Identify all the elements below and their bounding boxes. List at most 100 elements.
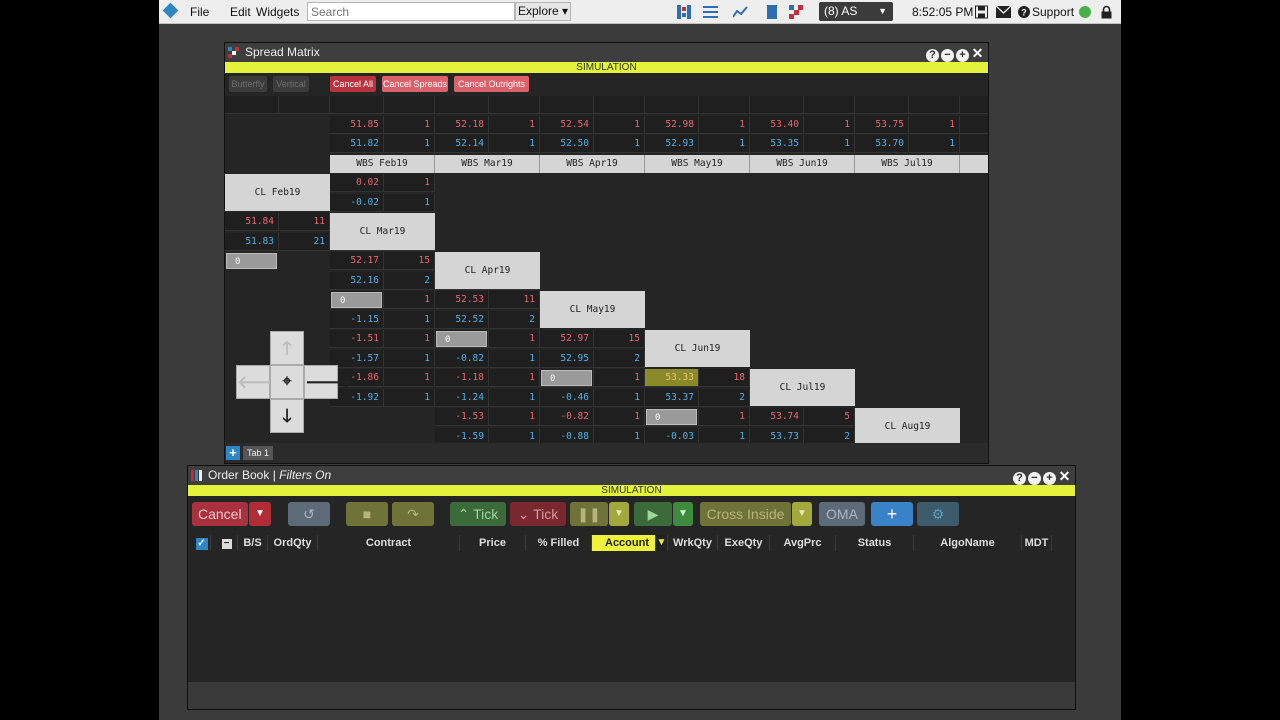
outright-ask-price[interactable]: 53.37: [645, 388, 699, 407]
spread-ask-qty[interactable]: 1: [699, 427, 750, 443]
spread-bid-price[interactable]: 52.54: [540, 115, 594, 134]
spread-ask-qty[interactable]: 1: [384, 388, 435, 407]
outright-position[interactable]: 0: [436, 331, 487, 347]
outright-bid-qty[interactable]: 11: [279, 213, 330, 231]
mail-icon[interactable]: [996, 5, 1011, 19]
spread-ask-qty[interactable]: 1: [699, 135, 750, 153]
outright-label[interactable]: CL May19: [540, 291, 645, 328]
spread-ask-price[interactable]: -1.59: [435, 427, 489, 443]
spread-bid-price[interactable]: -1.53: [435, 408, 489, 426]
spread-matrix-titlebar[interactable]: Spread Matrix ? − + ✕: [225, 43, 988, 62]
spread-matrix-icon[interactable]: [789, 5, 804, 19]
help-icon[interactable]: ?: [1013, 472, 1026, 485]
help-icon[interactable]: ?: [1018, 5, 1030, 19]
spread-bid-qty[interactable]: 1: [909, 115, 960, 134]
outright-ask-price[interactable]: 51.83: [225, 232, 279, 251]
outright-bid-qty[interactable]: 15: [384, 252, 435, 270]
tick-up-button[interactable]: ⌃ Tick: [450, 502, 506, 526]
spread-ask-price[interactable]: 51.82: [330, 135, 384, 153]
outright-bid-qty[interactable]: 11: [489, 291, 540, 309]
outright-label[interactable]: CL Mar19: [330, 213, 435, 250]
nav-up-icon[interactable]: 🡑: [270, 331, 304, 365]
col-status[interactable]: Status: [836, 535, 914, 551]
spread-bid-price[interactable]: 51.85: [330, 115, 384, 134]
maximize-icon[interactable]: +: [956, 49, 969, 62]
col-wrkqty[interactable]: WrkQty: [668, 535, 718, 551]
outright-ask-qty[interactable]: 2: [489, 310, 540, 329]
spread-bid-qty[interactable]: 1: [384, 174, 435, 192]
spread-ask-price[interactable]: 53.35: [750, 135, 804, 153]
nav-down-icon[interactable]: 🡓: [270, 399, 304, 433]
outright-ask-price[interactable]: 52.95: [540, 349, 594, 368]
cross-inside-button[interactable]: Cross Inside: [700, 502, 791, 526]
outright-bid-price[interactable]: 51.84: [225, 213, 279, 231]
outright-bid-price[interactable]: 52.97: [540, 330, 594, 348]
spread-header[interactable]: WBS A: [960, 154, 988, 173]
spread-ask-qty[interactable]: 1: [804, 135, 855, 153]
filter-icon[interactable]: ▼: [656, 535, 668, 551]
spread-bid-price[interactable]: -1.18: [435, 369, 489, 387]
oma-button[interactable]: OMA: [819, 502, 865, 526]
outright-label[interactable]: CL Feb19: [225, 174, 330, 211]
maximize-icon[interactable]: +: [1043, 472, 1056, 485]
spread-bid-price[interactable]: 52.98: [645, 115, 699, 134]
cancel-spreads-button[interactable]: Cancel Spreads: [382, 76, 448, 92]
col-contract[interactable]: Contract: [318, 535, 460, 551]
order-book-rows[interactable]: [188, 552, 1075, 682]
outright-bid-price[interactable]: 52.17: [330, 252, 384, 270]
spread-ask-price[interactable]: -0.88: [540, 427, 594, 443]
history-icon[interactable]: ↺: [288, 502, 330, 526]
save-icon[interactable]: [975, 5, 988, 19]
cancel-dropdown-icon[interactable]: ▼: [249, 502, 271, 526]
spread-ask-qty[interactable]: 1: [594, 427, 645, 443]
play-dropdown-icon[interactable]: ▼: [673, 502, 693, 526]
cancel-outrights-button[interactable]: Cancel Outrights: [454, 76, 529, 92]
support-link[interactable]: Support: [1032, 5, 1074, 19]
spread-ask-price[interactable]: 52.14: [435, 135, 489, 153]
menu-file[interactable]: File: [190, 5, 209, 19]
col-account[interactable]: Account: [592, 535, 656, 551]
spread-ask-qty[interactable]: 1: [384, 349, 435, 368]
outright-position[interactable]: 0: [541, 370, 592, 386]
spread-bid-qty[interactable]: 1: [699, 115, 750, 134]
spread-bid-qty[interactable]: 1: [489, 115, 540, 134]
spread-bid-price[interactable]: -1.51: [330, 330, 384, 348]
spread-ask-price[interactable]: -0.03: [645, 427, 699, 443]
add-order-icon[interactable]: +: [871, 502, 913, 526]
stop-icon[interactable]: ■: [346, 502, 388, 526]
spread-bid-qty[interactable]: 1: [594, 115, 645, 134]
minimize-icon[interactable]: −: [1028, 472, 1041, 485]
menu-widgets[interactable]: Widgets: [256, 5, 299, 19]
spread-bid-qty[interactable]: 1: [804, 115, 855, 134]
order-book-titlebar[interactable]: Order Book | Filters On ? − + ✕: [188, 466, 1075, 485]
outright-label[interactable]: CL Jul19: [750, 369, 855, 406]
chart-widget-icon[interactable]: [733, 5, 748, 19]
cancel-button[interactable]: Cancel: [192, 502, 248, 526]
outright-position[interactable]: 0: [331, 292, 382, 308]
outright-ask-qty[interactable]: 21: [279, 232, 330, 251]
col-filled[interactable]: % Filled: [526, 535, 592, 551]
pause-dropdown-icon[interactable]: ▼: [609, 502, 629, 526]
nav-left-icon[interactable]: 🡐: [236, 365, 285, 399]
outright-bid-price[interactable]: 53.33: [645, 369, 699, 387]
outright-ask-qty[interactable]: 2: [594, 349, 645, 368]
pause-icon[interactable]: ❚❚: [570, 502, 608, 526]
col-ordqty[interactable]: OrdQty: [268, 535, 318, 551]
spread-ask-price[interactable]: 53.70: [855, 135, 909, 153]
spread-ask-qty[interactable]: 1: [489, 349, 540, 368]
spread-bid-price[interactable]: 52.18: [435, 115, 489, 134]
spread-bid-qty[interactable]: 1: [489, 408, 540, 426]
spread-header[interactable]: WBS Apr19: [540, 154, 645, 173]
search-input[interactable]: [307, 2, 515, 21]
spread-bid-price[interactable]: -0.82: [540, 408, 594, 426]
outright-bid-qty[interactable]: 5: [804, 408, 855, 426]
spread-ask-price[interactable]: -1.15: [330, 310, 384, 329]
workspace-select[interactable]: (8) AS ▼: [819, 2, 893, 21]
outright-label[interactable]: CL Apr19: [435, 252, 540, 289]
spread-ask-qty[interactable]: 1: [909, 135, 960, 153]
spread-bid-price[interactable]: 53.75: [855, 115, 909, 134]
col-exeqty[interactable]: ExeQty: [718, 535, 770, 551]
spread-ask-price[interactable]: -0.46: [540, 388, 594, 407]
spread-ask-price[interactable]: 52.50: [540, 135, 594, 153]
outright-ask-qty[interactable]: 2: [699, 388, 750, 407]
